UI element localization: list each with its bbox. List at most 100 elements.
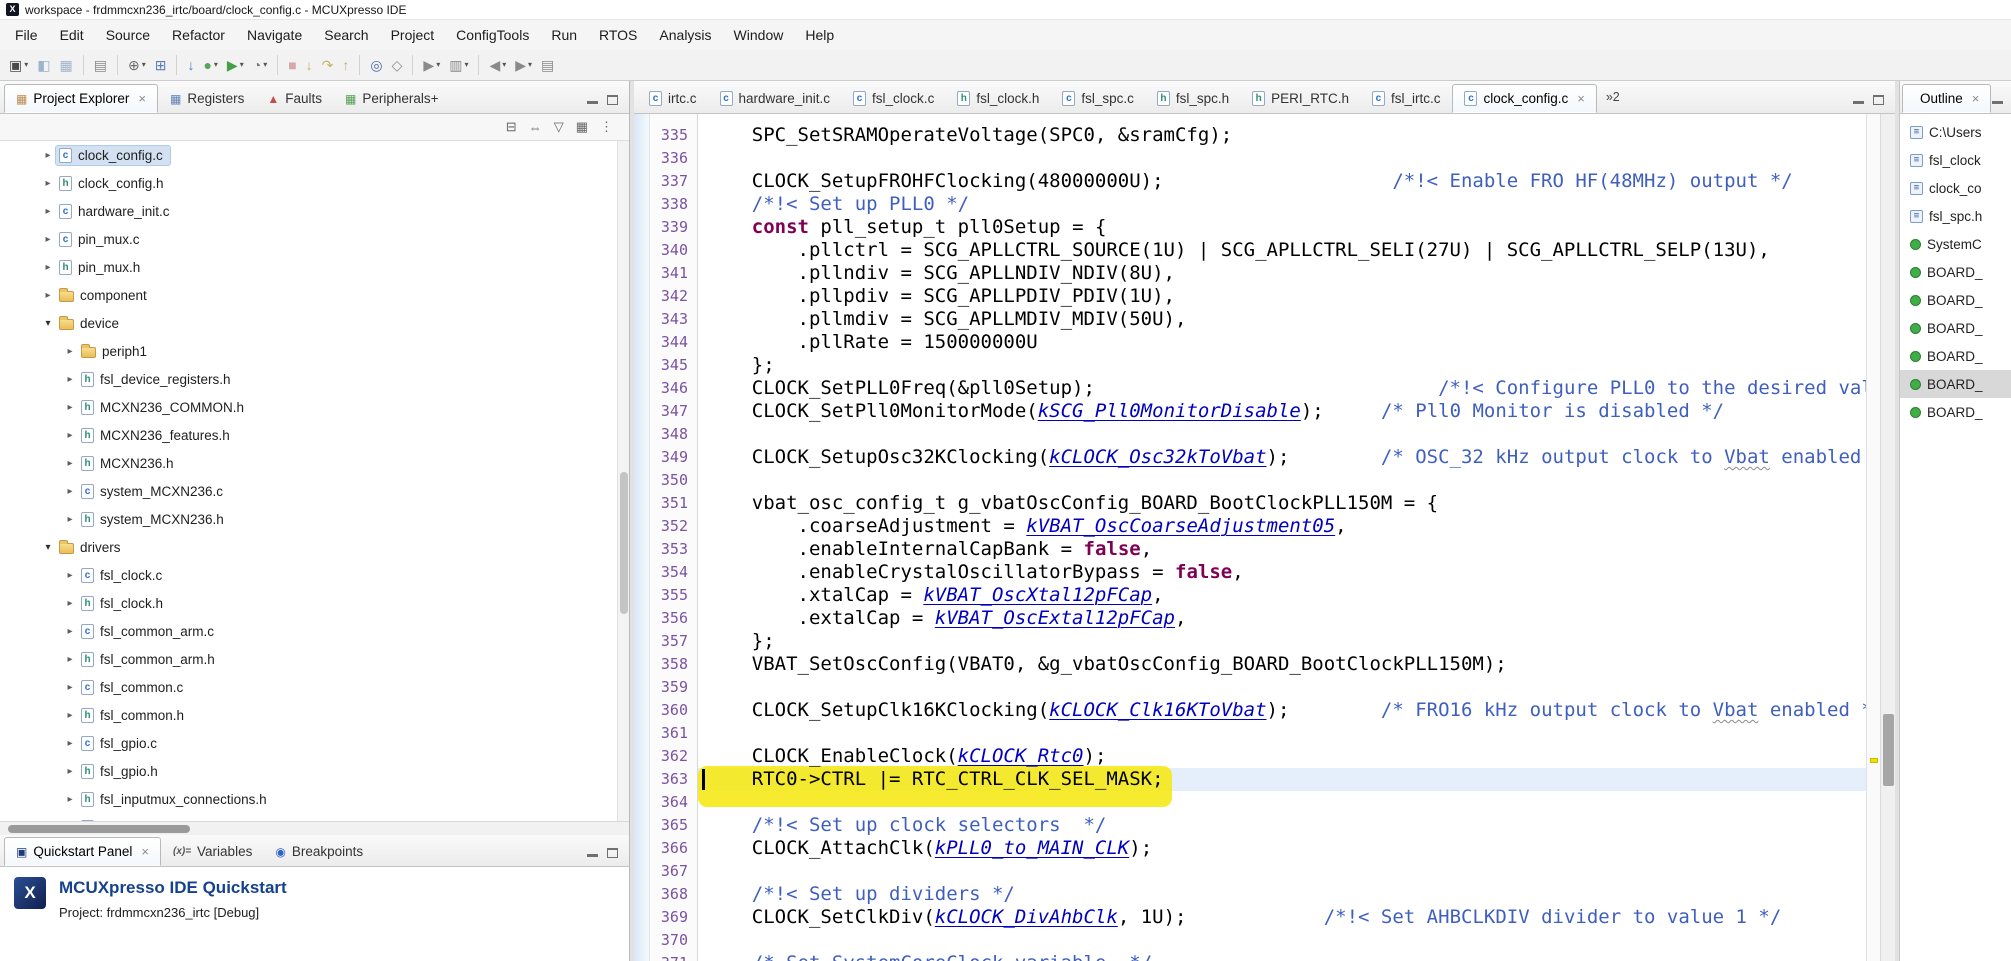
debug-icon[interactable]: ● ▾	[199, 56, 221, 74]
code-line[interactable]: .pllctrl = SCG_APLLCTRL_SOURCE(1U) | SCG…	[698, 239, 1866, 262]
line-number[interactable]: 371	[650, 952, 697, 961]
menu-item-file[interactable]: File	[4, 23, 49, 47]
collapsed-arrow-icon[interactable]: ▸	[62, 486, 78, 497]
close-icon[interactable]: ×	[1577, 91, 1585, 106]
tree-item[interactable]: ▸ h MCXN236_features.h	[0, 421, 629, 449]
print-icon[interactable]: ▤	[90, 56, 111, 74]
collapsed-arrow-icon[interactable]: ▸	[40, 290, 56, 301]
code-line[interactable]: RTC0->CTRL |= RTC_CTRL_CLK_SEL_MASK;	[698, 768, 1866, 791]
scrollbar-thumb[interactable]	[1883, 714, 1894, 786]
collapsed-arrow-icon[interactable]: ▸	[40, 150, 56, 161]
tree-item[interactable]: ▾ drivers	[0, 533, 629, 561]
collapsed-arrow-icon[interactable]: ▸	[62, 374, 78, 385]
tree-item[interactable]: ▾ device	[0, 309, 629, 337]
tree-item[interactable]: ▸ h clock_config.h	[0, 169, 629, 197]
line-number[interactable]: 342	[650, 285, 697, 308]
tree-item[interactable]: ▸ c system_MCXN236.c	[0, 477, 629, 505]
line-number[interactable]: 343	[650, 308, 697, 331]
code-line[interactable]	[698, 147, 1866, 170]
line-number[interactable]: 341	[650, 262, 697, 285]
view-tab-peripherals[interactable]: ▦ Peripherals+	[334, 84, 450, 113]
step-over-icon[interactable]: ↷	[318, 56, 338, 74]
new-wizard-icon[interactable]: ▣ ▾	[5, 56, 32, 74]
scrollbar-thumb[interactable]	[620, 472, 628, 614]
tree-item[interactable]: ▸ c fsl_common_arm.c	[0, 617, 629, 645]
editor-tab-clock-config-c[interactable]: c clock_config.c ×	[1452, 84, 1597, 113]
external-tools-icon[interactable]: ▶ ▾	[419, 56, 444, 74]
editor-tab-fsl-clock-c[interactable]: c fsl_clock.c	[842, 84, 945, 113]
tree-item[interactable]: ▸ c fsl_gpio.c	[0, 729, 629, 757]
menu-item-source[interactable]: Source	[95, 23, 161, 47]
code-line[interactable]: CLOCK_AttachClk(kPLL0_to_MAIN_CLK);	[698, 837, 1866, 860]
line-number[interactable]: 346	[650, 377, 697, 400]
line-number-gutter[interactable]: 335 336 337 338 339 340 341 342 343 344 345 346 347 3…	[650, 114, 698, 961]
minimize-icon[interactable]	[1853, 96, 1864, 104]
line-number[interactable]: 354	[650, 561, 697, 584]
tree-item[interactable]: ▸ h fsl_inputmux_connections.h	[0, 785, 629, 813]
build-icon[interactable]: ⊕ ▾	[124, 56, 150, 74]
collapsed-arrow-icon[interactable]: ▸	[62, 710, 78, 721]
annotation-gutter[interactable]	[634, 114, 650, 961]
code-line[interactable]: .coarseAdjustment = kVBAT_OscCoarseAdjus…	[698, 515, 1866, 538]
search-icon[interactable]: ◎	[366, 56, 386, 74]
code-line[interactable]: CLOCK_SetPll0MonitorMode(kSCG_Pll0Monito…	[698, 400, 1866, 423]
scrollbar-thumb[interactable]	[8, 825, 190, 833]
code-line[interactable]: CLOCK_SetPLL0Freq(&pll0Setup); /*!< Conf…	[698, 377, 1866, 400]
line-number[interactable]: 364	[650, 791, 697, 814]
collapsed-arrow-icon[interactable]: ▸	[62, 654, 78, 665]
line-number[interactable]: 369	[650, 906, 697, 929]
outline-item[interactable]: BOARD_	[1900, 286, 2011, 314]
outline-item[interactable]: BOARD_	[1900, 314, 2011, 342]
code-line[interactable]: CLOCK_SetupFROHFClocking(48000000U); /*!…	[698, 170, 1866, 193]
code-line[interactable]: .pllmdiv = SCG_APLLMDIV_MDIV(50U),	[698, 308, 1866, 331]
project-tree[interactable]: ▸ c clock_config.c ▸ h clock_config.h ▸ c hardwa…	[0, 141, 629, 821]
open-element-icon[interactable]: ◇	[388, 56, 407, 74]
collapsed-arrow-icon[interactable]: ▸	[62, 738, 78, 749]
code-line[interactable]	[698, 929, 1866, 952]
line-number[interactable]: 367	[650, 860, 697, 883]
line-number[interactable]: 348	[650, 423, 697, 446]
collapsed-arrow-icon[interactable]: ▸	[62, 766, 78, 777]
menu-item-refactor[interactable]: Refactor	[161, 23, 236, 47]
outline-item[interactable]: BOARD_	[1900, 342, 2011, 370]
terminate-icon[interactable]: ■	[284, 56, 300, 74]
code-line[interactable]	[698, 722, 1866, 745]
code-line[interactable]: };	[698, 354, 1866, 377]
line-number[interactable]: 345	[650, 354, 697, 377]
forward-icon[interactable]: ▶ ▾	[511, 56, 536, 74]
outline-item[interactable]: ≡ clock_co	[1900, 174, 2011, 202]
outline-item[interactable]: BOARD_	[1900, 370, 2011, 398]
coverage-icon[interactable]: ▥ ▾	[445, 56, 472, 74]
editor-tab-hardware-init-c[interactable]: c hardware_init.c	[709, 84, 842, 113]
code-editor[interactable]: SPC_SetSRAMOperateVoltage(SPC0, &sramCfg…	[698, 114, 1866, 961]
tree-item[interactable]: ▸ h fsl_common_arm.h	[0, 645, 629, 673]
minimize-icon[interactable]	[1992, 96, 2004, 104]
view-tab-quickstart-panel[interactable]: ▣ Quickstart Panel ×	[4, 837, 161, 866]
tab-overflow-indicator[interactable]: »2	[1606, 90, 1620, 104]
tree-item[interactable]: ▸ h fsl_gpio.h	[0, 757, 629, 785]
line-number[interactable]: 340	[650, 239, 697, 262]
code-line[interactable]: vbat_osc_config_t g_vbatOscConfig_BOARD_…	[698, 492, 1866, 515]
outline-item[interactable]: BOARD_	[1900, 398, 2011, 426]
editor-tab-fsl-spc-c[interactable]: c fsl_spc.c	[1051, 84, 1145, 113]
line-number[interactable]: 362	[650, 745, 697, 768]
collapse-all-icon[interactable]: ⊟	[506, 119, 517, 135]
outline-item[interactable]: ≡ fsl_clock	[1900, 146, 2011, 174]
code-line[interactable]	[698, 860, 1866, 883]
line-number[interactable]: 370	[650, 929, 697, 952]
collapsed-arrow-icon[interactable]: ▸	[62, 794, 78, 805]
code-line[interactable]	[698, 469, 1866, 492]
tree-item[interactable]: ▸ c fsl_clock.c	[0, 561, 629, 589]
line-number[interactable]: 337	[650, 170, 697, 193]
code-line[interactable]: /*!< Set up dividers */	[698, 883, 1866, 906]
code-line[interactable]: .pllRate = 150000000U	[698, 331, 1866, 354]
editor-tab-irtc-c[interactable]: c irtc.c	[638, 84, 708, 113]
collapsed-arrow-icon[interactable]: ▸	[62, 598, 78, 609]
close-icon[interactable]: ×	[1972, 91, 1980, 106]
code-line[interactable]: };	[698, 630, 1866, 653]
line-number[interactable]: 368	[650, 883, 697, 906]
menu-item-navigate[interactable]: Navigate	[236, 23, 313, 47]
collapsed-arrow-icon[interactable]: ▸	[62, 402, 78, 413]
menu-item-analysis[interactable]: Analysis	[648, 23, 722, 47]
minimize-icon[interactable]	[587, 96, 598, 104]
